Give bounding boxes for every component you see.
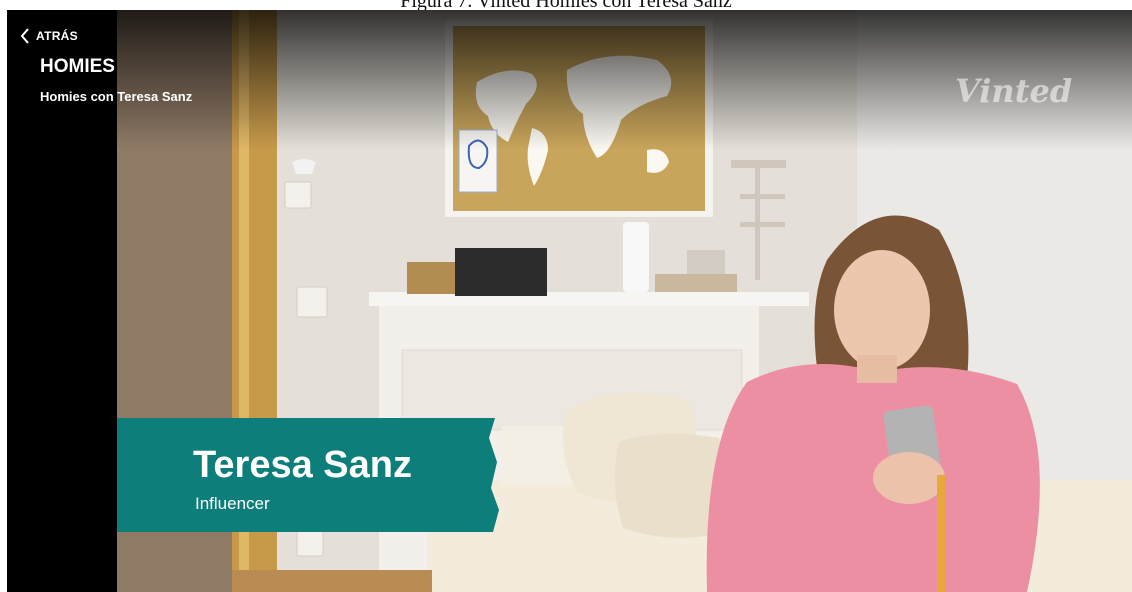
lower-third: Teresa Sanz Influencer <box>117 418 499 532</box>
person-role: Influencer <box>195 494 270 513</box>
back-label: ATRÁS <box>36 29 78 43</box>
video-player[interactable]: ATRÁS HOMIES Homies con Teresa Sanz Vint… <box>7 10 1132 592</box>
person-name: Teresa Sanz <box>193 444 412 486</box>
episode-title: Homies con Teresa Sanz <box>40 89 193 104</box>
chevron-left-icon <box>20 28 29 44</box>
show-title: HOMIES <box>40 56 115 77</box>
brand-watermark: Vinted <box>955 72 1073 110</box>
back-button[interactable]: ATRÁS <box>20 28 78 44</box>
